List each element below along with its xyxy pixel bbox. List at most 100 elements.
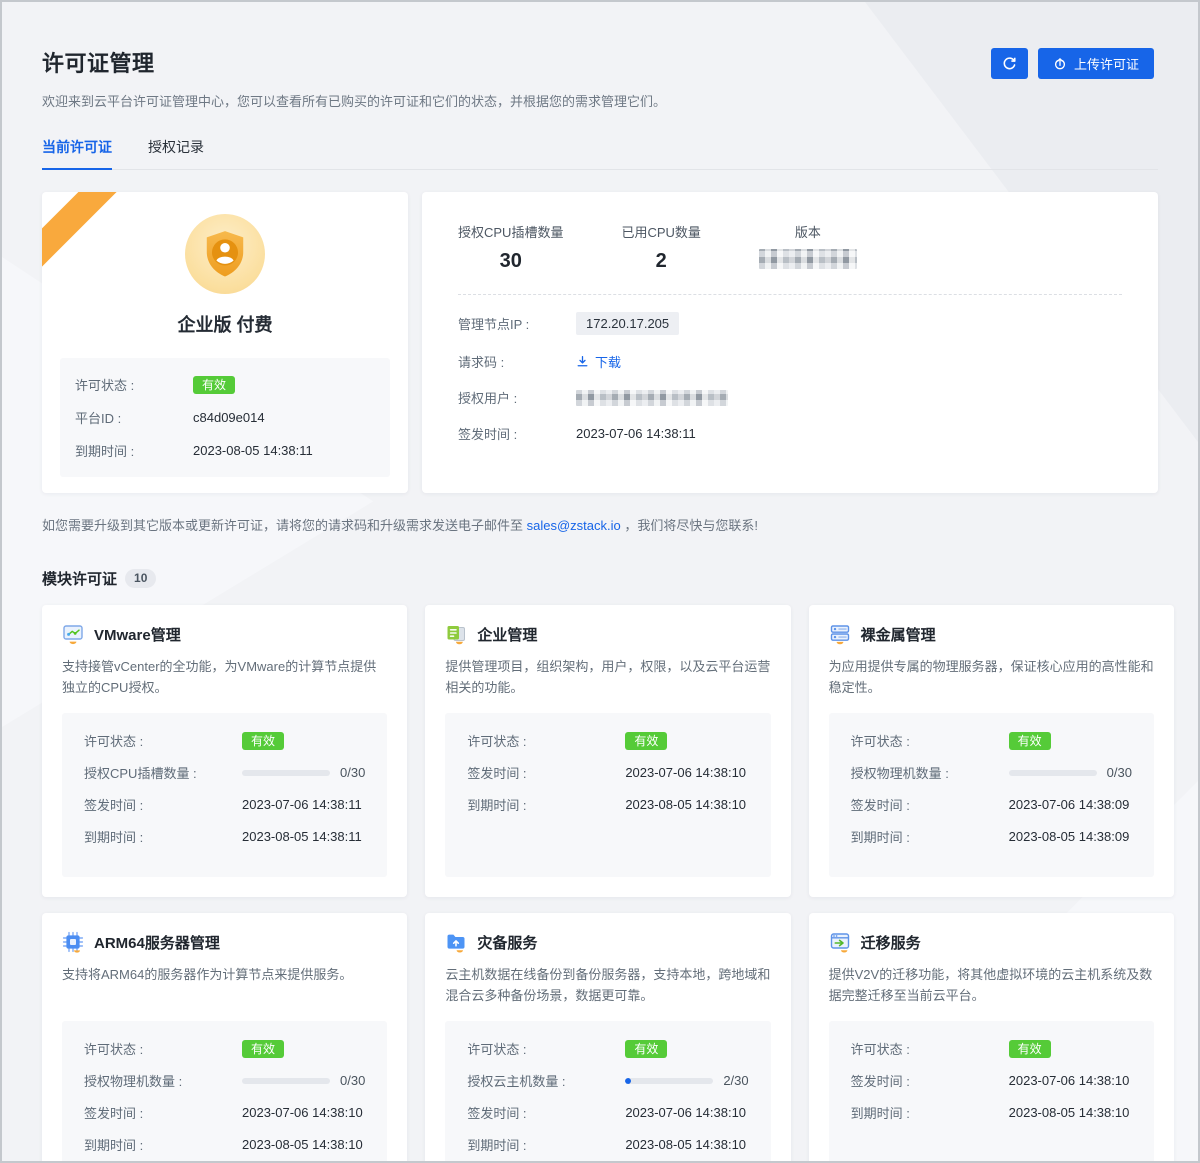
issue-time-row: 签发时间 : 2023-07-06 14:38:11: [458, 424, 1122, 443]
toolbar: 上传许可证: [991, 48, 1154, 79]
stat-label: 已用CPU数量: [621, 222, 700, 241]
licensed-user-row: 授权用户 :: [458, 388, 1122, 407]
stat-value: 2: [656, 250, 667, 273]
module-card-header: VMware管理: [62, 623, 387, 645]
upgrade-notice: 如您需要升级到其它版本或更新许可证，请将您的请求码和升级需求发送电子邮件至 sa…: [42, 515, 1158, 534]
usage-progress: 0/30: [242, 765, 365, 780]
license-summary-details: 许可状态 : 有效 平台ID : c84d09e014 到期时间 : 2023-…: [60, 358, 390, 477]
row-value: 2023-08-05 14:38:09: [1009, 829, 1130, 844]
module-description: 云主机数据在线备份到备份服务器，支持本地，跨地域和混合云多种备份场景，数据更可靠…: [445, 964, 770, 1008]
progress-track: [625, 1078, 713, 1084]
row-label: 许可状态 :: [75, 375, 193, 394]
module-licenses-header: 模块许可证 10: [42, 568, 1158, 589]
baremetal-icon: [829, 623, 851, 645]
refresh-icon: [1002, 56, 1017, 71]
module-details-box: 许可状态 :有效授权物理机数量 :0/30 签发时间 :2023-07-06 14…: [829, 713, 1154, 877]
row-label: 签发时间 :: [458, 424, 576, 443]
module-row: 授权CPU插槽数量 :0/30: [84, 763, 365, 782]
upload-license-label: 上传许可证: [1074, 54, 1139, 73]
progress-track: [242, 1078, 330, 1084]
row-value: 2023-08-05 14:38:10: [242, 1137, 363, 1152]
row-label: 签发时间 :: [84, 1103, 242, 1122]
stat-version: 版本: [759, 222, 857, 273]
module-card-header: 裸金属管理: [829, 623, 1154, 645]
status-badge: 有效: [242, 1040, 284, 1058]
module-details-box: 许可状态 :有效授权CPU插槽数量 :0/30签发时间 :2023-07-06 …: [62, 713, 387, 877]
shield-user-icon: [185, 214, 265, 294]
usage-progress: 2/30: [625, 1073, 748, 1088]
module-description: 提供V2V的迁移功能，将其他虚拟环境的云主机系统及数据完整迁移至当前云平台。: [829, 964, 1154, 1008]
module-row: 签发时间 :2023-07-06 14:38:09: [851, 795, 1132, 814]
module-licenses-title: 模块许可证: [42, 568, 117, 589]
divider: [458, 294, 1122, 295]
module-title: 灾备服务: [477, 932, 537, 953]
platform-id-row: 平台ID : c84d09e014: [75, 408, 375, 427]
row-label: 授权云主机数量 :: [467, 1071, 625, 1090]
stat-used-cpu: 已用CPU数量 2: [621, 222, 700, 273]
issue-time-value: 2023-07-06 14:38:11: [576, 426, 696, 441]
module-row: 签发时间 :2023-07-06 14:38:10: [84, 1103, 365, 1122]
tab-current-license[interactable]: 当前许可证: [42, 137, 112, 169]
request-code-row: 请求码 : 下载: [458, 352, 1122, 371]
row-label: 授权CPU插槽数量 :: [84, 763, 242, 782]
module-row: 授权物理机数量 :0/30: [851, 763, 1132, 782]
row-value: 2023-08-05 14:38:10: [625, 1137, 746, 1152]
row-value: 2023-07-06 14:38:09: [1009, 797, 1130, 812]
row-value: 2023-07-06 14:38:10: [1009, 1073, 1130, 1088]
row-label: 管理节点IP :: [458, 314, 576, 333]
sales-email-link[interactable]: sales@zstack.io: [527, 518, 621, 533]
migration-icon: [829, 931, 851, 953]
module-row: 许可状态 :有效: [851, 1039, 1132, 1058]
usage-progress: 0/30: [242, 1073, 365, 1088]
status-badge: 有效: [1009, 732, 1051, 750]
module-license-card: ARM64服务器管理 支持将ARM64的服务器作为计算节点来提供服务。 许可状态…: [42, 913, 407, 1163]
module-row: 到期时间 :2023-08-05 14:38:10: [467, 795, 748, 814]
download-link-label: 下载: [595, 352, 621, 371]
upload-license-button[interactable]: 上传许可证: [1038, 48, 1154, 79]
refresh-button[interactable]: [991, 48, 1028, 79]
module-title: 迁移服务: [861, 932, 921, 953]
row-label: 平台ID :: [75, 408, 193, 427]
tab-authorization-records[interactable]: 授权记录: [148, 137, 204, 169]
progress-track: [1009, 770, 1097, 776]
status-badge: 有效: [242, 732, 284, 750]
redacted-licensed-user-value: [576, 390, 728, 406]
module-row: 许可状态 :有效: [84, 1039, 365, 1058]
expire-time-value: 2023-08-05 14:38:11: [193, 443, 313, 458]
row-label: 到期时间 :: [851, 1103, 1009, 1122]
row-label: 到期时间 :: [84, 827, 242, 846]
row-label: 签发时间 :: [851, 795, 1009, 814]
row-label: 到期时间 :: [467, 1135, 625, 1154]
module-card-header: 企业管理: [445, 623, 770, 645]
download-icon: [576, 355, 589, 368]
row-value: 2023-07-06 14:38:10: [625, 765, 746, 780]
module-details-box: 许可状态 :有效签发时间 :2023-07-06 14:38:10 到期时间 :2…: [829, 1021, 1154, 1163]
upload-icon: [1053, 57, 1067, 71]
row-label: 到期时间 :: [467, 795, 625, 814]
row-value: 2023-07-06 14:38:11: [242, 797, 362, 812]
module-row: 许可状态 :有效: [467, 1039, 748, 1058]
row-label: 到期时间 :: [75, 441, 193, 460]
status-badge: 有效: [625, 1040, 667, 1058]
module-row: 许可状态 :有效: [851, 731, 1132, 750]
license-edition: 企业版 付费: [42, 311, 408, 337]
row-label: 请求码 :: [458, 352, 576, 371]
module-row: 签发时间 :2023-07-06 14:38:10: [851, 1071, 1132, 1090]
stat-label: 版本: [795, 222, 821, 241]
row-label: 许可状态 :: [84, 1039, 242, 1058]
corner-ribbon: [42, 192, 130, 275]
row-label: 授权物理机数量 :: [851, 763, 1009, 782]
mgmt-ip-tag: 172.20.17.205: [576, 312, 679, 335]
vmware-icon: [62, 623, 84, 645]
redacted-version-value: [759, 249, 857, 269]
download-request-code-link[interactable]: 下载: [576, 352, 621, 371]
license-status-row: 许可状态 : 有效: [75, 375, 375, 394]
row-label: 签发时间 :: [84, 795, 242, 814]
module-row: 授权物理机数量 :0/30: [84, 1071, 365, 1090]
tab-bar: 当前许可证 授权记录: [42, 137, 1158, 170]
notice-text: ，我们将尽快与您联系!: [621, 518, 758, 533]
module-row: 到期时间 :2023-08-05 14:38:10: [851, 1103, 1132, 1122]
arm64-icon: [62, 931, 84, 953]
module-title: VMware管理: [94, 624, 181, 645]
row-label: 授权用户 :: [458, 388, 576, 407]
